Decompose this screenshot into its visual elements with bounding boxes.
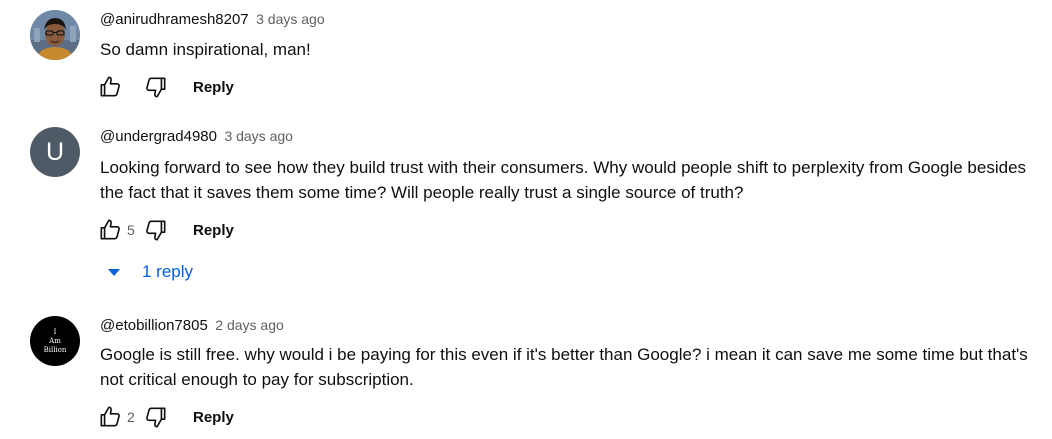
like-button[interactable] [95,402,125,432]
reply-button[interactable]: Reply [193,409,234,426]
replies-count: 1 reply [142,262,194,281]
reply-button[interactable]: Reply [193,222,234,239]
caret-down-icon [108,268,120,276]
comment-actions: 2 Reply [95,402,234,432]
avatar[interactable] [30,10,80,60]
thumbs-up-icon [100,219,120,240]
reply-button[interactable]: Reply [193,79,234,96]
thumbs-up-icon [100,76,120,97]
comment-time[interactable]: 3 days ago [224,128,293,144]
comment-actions: Reply [95,72,234,102]
comment-text: Looking forward to see how they build tr… [100,158,1027,202]
like-button[interactable] [95,215,125,245]
comment-text: Google is still free. why would i be pay… [100,345,1028,389]
avatar-photo [30,10,80,60]
comment-time[interactable]: 3 days ago [256,11,325,27]
author-name[interactable]: @etobillion7805 [100,317,208,334]
author-name[interactable]: @anirudhramesh8207 [100,11,249,28]
comment-header: @anirudhramesh8207 3 days ago [100,11,325,29]
comment-actions: 5 Reply [95,215,234,245]
thumbs-down-icon [146,220,166,241]
comment-header: @undergrad4980 3 days ago [100,128,293,146]
avatar-letter: U [45,138,65,166]
dislike-button[interactable] [141,215,171,245]
avatar-line: Billion [43,345,67,354]
dislike-button[interactable] [141,72,171,102]
dislike-button[interactable] [141,402,171,432]
thumbs-down-icon [146,77,166,98]
like-count: 2 [127,409,135,425]
thumbs-down-icon [146,407,166,428]
author-name[interactable]: @undergrad4980 [100,128,217,145]
comment-text: So damn inspirational, man! [100,40,311,59]
avatar[interactable]: I Am Billion [30,316,80,366]
avatar-line: I [53,327,57,336]
thumbs-up-icon [100,406,120,427]
comment-time[interactable]: 2 days ago [215,317,284,333]
avatar[interactable]: U [30,127,80,177]
view-replies-button[interactable]: 1 reply [104,262,193,282]
comment-header: @etobillion7805 2 days ago [100,317,284,335]
avatar-line: Am [49,336,61,345]
like-button[interactable] [95,72,125,102]
like-count: 5 [127,222,135,238]
